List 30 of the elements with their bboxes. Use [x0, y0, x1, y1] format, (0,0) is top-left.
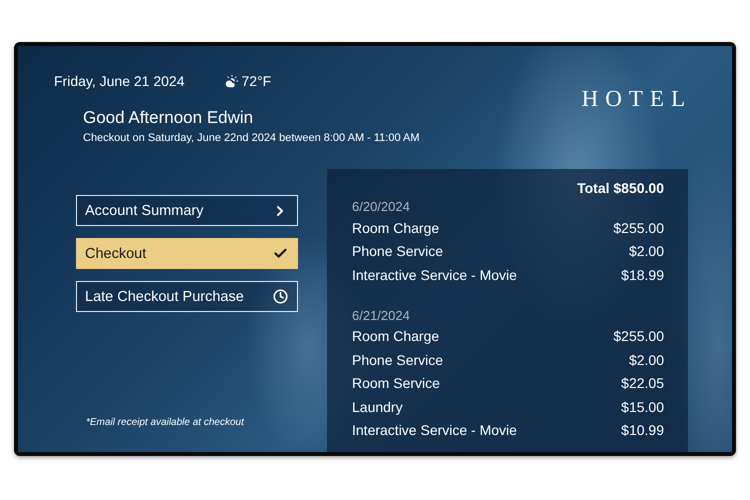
menu-button[interactable]: Checkout — [76, 238, 298, 269]
charge-name: Laundry — [352, 398, 403, 415]
charge-name: Room Charge — [352, 220, 440, 236]
cloud-sun-icon — [224, 74, 238, 88]
charge-date: 6/21/2024 — [352, 306, 411, 324]
charge-name: Room Service — [352, 375, 440, 392]
charge-amount: $22.05 — [621, 375, 664, 392]
charge-name: Interactive Service - Movie — [352, 422, 517, 438]
date-text: Friday, June 21 2024 — [54, 72, 184, 90]
charge-amount: $18.99 — [621, 266, 664, 283]
temperature-text: 72°F — [242, 72, 272, 90]
menu-button[interactable]: Late Checkout Purchase — [76, 281, 298, 312]
charge-amount: $255.00 — [613, 328, 664, 344]
charge-amount: $2.00 — [628, 352, 664, 368]
charge-amount: $2.00 — [628, 243, 664, 260]
charge-name: Interactive Service - Movie — [352, 266, 517, 283]
charge-name: Room Charge — [352, 328, 440, 344]
charge-amount: $255.00 — [613, 220, 664, 236]
charge-name: Phone Service — [352, 352, 444, 368]
menu-button[interactable]: Account Summary — [76, 195, 298, 226]
checkout-info: Checkout on Saturday, June 22nd 2024 between 8:00 AM - 11:00 AM — [83, 131, 421, 145]
footnote: *Email receipt available at checkout — [86, 417, 246, 428]
charge-name: Phone Service — [352, 243, 444, 260]
charge-date: 6/20/2024 — [352, 198, 411, 216]
greeting-title: Good Afternoon Edwin — [83, 108, 254, 128]
total-amount: Total $850.00 — [577, 179, 664, 198]
clock-icon — [273, 289, 288, 304]
hotel-logo: HOTEL — [582, 86, 692, 112]
charge-amount: $10.99 — [621, 422, 664, 438]
charge-amount: $15.00 — [621, 398, 664, 415]
